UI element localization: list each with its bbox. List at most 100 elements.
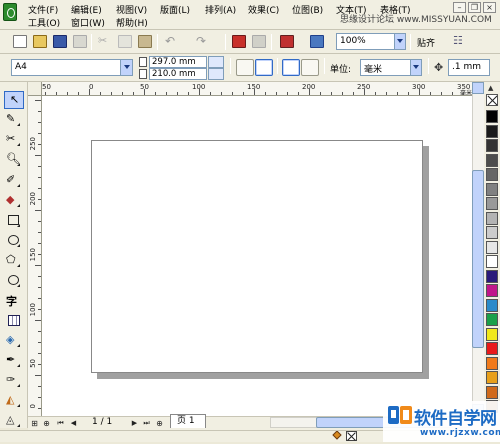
color-swatch[interactable] <box>486 110 498 123</box>
fill-tool-icon[interactable]: ◭ <box>6 393 22 408</box>
menu-bitmaps[interactable]: 位图(B) <box>292 3 323 16</box>
no-fill-indicator-icon <box>346 431 357 441</box>
color-swatch[interactable] <box>486 284 498 297</box>
welcome-screen-icon[interactable] <box>310 35 324 48</box>
rectangle-tool-icon[interactable] <box>6 213 22 228</box>
zoom-dropdown-arrow[interactable] <box>394 34 405 49</box>
color-swatch[interactable] <box>486 313 498 326</box>
copy-icon[interactable] <box>118 35 132 48</box>
paste-icon[interactable] <box>138 35 152 48</box>
horizontal-ruler[interactable]: 50 0 50 100 150 200 250 300 350 毫米 <box>28 82 472 96</box>
page-width-spinner[interactable] <box>208 56 224 68</box>
text-tool-icon[interactable]: 字 <box>6 293 22 308</box>
outline-tool-icon[interactable]: ✑ <box>6 373 22 388</box>
color-swatch[interactable] <box>486 153 498 167</box>
standard-toolbar: ✂ ↶ ↷ 100% 贴齐 ☷ <box>0 30 500 54</box>
vertical-ruler[interactable]: 250 200 150 100 50 0 <box>28 96 42 416</box>
table-tool-icon[interactable] <box>6 313 22 328</box>
color-swatch[interactable] <box>486 197 498 210</box>
polygon-tool-icon[interactable]: ⬠ <box>6 253 22 268</box>
print-icon[interactable] <box>73 35 87 48</box>
freehand-tool-icon[interactable]: ✐ <box>6 173 22 188</box>
insert-page-before-icon[interactable]: ⊕ <box>42 419 51 428</box>
eyedropper-tool-icon[interactable]: ✒ <box>6 353 22 368</box>
menu-file[interactable]: 文件(F) <box>28 3 58 16</box>
palette-scroll-up-icon[interactable]: ▲ <box>488 84 493 92</box>
landscape-button[interactable] <box>255 59 273 76</box>
page-height-spinner[interactable] <box>208 68 224 80</box>
ruler-tick <box>342 92 343 95</box>
last-page-icon[interactable]: ⏭ <box>142 419 151 428</box>
scroll-up-arrow[interactable] <box>472 82 484 94</box>
import-icon[interactable] <box>232 35 246 48</box>
close-icon[interactable]: × <box>483 2 496 13</box>
undo-icon[interactable]: ↶ <box>165 35 179 48</box>
menu-tools[interactable]: 工具(O) <box>28 16 60 29</box>
shape-tool-icon[interactable]: ✎ <box>6 112 22 127</box>
units-dropdown-arrow[interactable] <box>410 60 421 75</box>
export-icon[interactable] <box>252 35 266 48</box>
ruler-tick <box>298 92 299 95</box>
zoom-tool-icon[interactable]: 🔍︎ <box>6 152 22 167</box>
page-width-input[interactable]: 297.0 mm <box>149 56 207 68</box>
open-folder-icon[interactable] <box>33 35 47 48</box>
no-color-swatch[interactable] <box>486 94 498 106</box>
color-swatch[interactable] <box>486 255 498 268</box>
drawing-page[interactable] <box>91 140 423 373</box>
portrait-button[interactable] <box>236 59 254 76</box>
snap-to-button[interactable]: 贴齐 <box>417 36 435 49</box>
paper-size-select[interactable]: A4 <box>11 59 133 76</box>
interactive-blend-tool-icon[interactable]: ◈ <box>6 333 22 348</box>
menu-window[interactable]: 窗口(W) <box>71 16 105 29</box>
current-page-button[interactable] <box>301 59 319 76</box>
color-swatch[interactable] <box>486 371 498 384</box>
cut-icon[interactable]: ✂ <box>98 35 112 48</box>
menu-layout[interactable]: 版面(L) <box>160 3 190 16</box>
insert-page-after-icon[interactable]: ⊕ <box>155 419 164 428</box>
color-swatch[interactable] <box>486 327 498 341</box>
page-tab[interactable]: 页 1 <box>170 414 206 428</box>
color-swatch[interactable] <box>486 139 498 152</box>
ellipse-tool-icon[interactable] <box>6 233 22 248</box>
first-page-icon[interactable]: ⏮ <box>56 419 65 428</box>
next-page-icon[interactable]: ▶ <box>130 419 139 428</box>
redo-icon[interactable]: ↷ <box>196 35 210 48</box>
color-swatch[interactable] <box>486 211 498 225</box>
color-swatch[interactable] <box>486 342 498 355</box>
pick-tool[interactable]: ↖ <box>4 91 24 109</box>
new-document-icon[interactable] <box>13 35 27 48</box>
menu-effects[interactable]: 效果(C) <box>248 3 279 16</box>
application-launcher-icon[interactable] <box>280 35 294 48</box>
all-pages-button[interactable] <box>282 59 300 76</box>
color-swatch[interactable] <box>486 168 498 181</box>
ruler-origin-corner[interactable] <box>28 82 42 96</box>
previous-page-icon[interactable]: ◀ <box>69 419 78 428</box>
ruler-tick <box>122 92 123 95</box>
basic-shapes-tool-icon[interactable] <box>6 273 22 288</box>
restore-icon[interactable]: ❐ <box>468 2 481 13</box>
color-swatch[interactable] <box>486 269 498 283</box>
page-height-input[interactable]: 210.0 mm <box>149 68 207 80</box>
menu-edit[interactable]: 编辑(E) <box>71 3 102 16</box>
save-icon[interactable] <box>53 35 67 48</box>
color-swatch[interactable] <box>486 298 498 312</box>
vertical-scroll-thumb[interactable] <box>472 170 484 348</box>
color-swatch[interactable] <box>486 356 498 370</box>
ruler-label: 100 <box>29 303 37 317</box>
navigator-icon[interactable]: ⊞ <box>30 419 39 428</box>
color-swatch[interactable] <box>486 124 498 138</box>
minimize-icon[interactable]: – <box>453 2 466 13</box>
color-swatch[interactable] <box>486 240 498 254</box>
smart-fill-tool-icon[interactable]: ◆ <box>6 193 22 208</box>
crop-tool-icon[interactable]: ✂ <box>6 132 22 147</box>
options-icon[interactable]: ☷ <box>453 35 467 48</box>
color-swatch[interactable] <box>486 385 498 399</box>
paper-size-dropdown-arrow[interactable] <box>120 60 132 75</box>
menu-view[interactable]: 视图(V) <box>116 3 147 16</box>
color-swatch[interactable] <box>486 226 498 239</box>
menu-arrange[interactable]: 排列(A) <box>205 3 236 16</box>
color-swatch[interactable] <box>486 182 498 196</box>
menu-help[interactable]: 帮助(H) <box>116 16 148 29</box>
interactive-fill-tool-icon[interactable]: ◬ <box>6 413 22 428</box>
nudge-distance-input[interactable]: .1 mm <box>448 59 490 76</box>
